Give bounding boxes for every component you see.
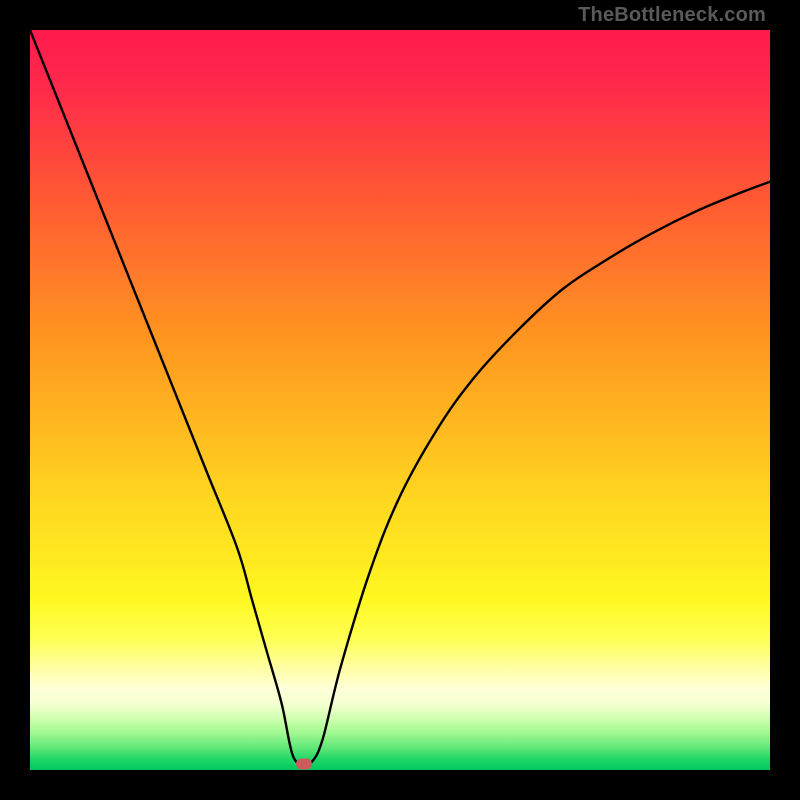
minimum-marker <box>296 759 312 770</box>
plot-area <box>30 30 770 770</box>
attribution-text: TheBottleneck.com <box>578 4 766 27</box>
chart-frame: TheBottleneck.com <box>0 0 800 800</box>
bottleneck-curve <box>30 30 770 770</box>
